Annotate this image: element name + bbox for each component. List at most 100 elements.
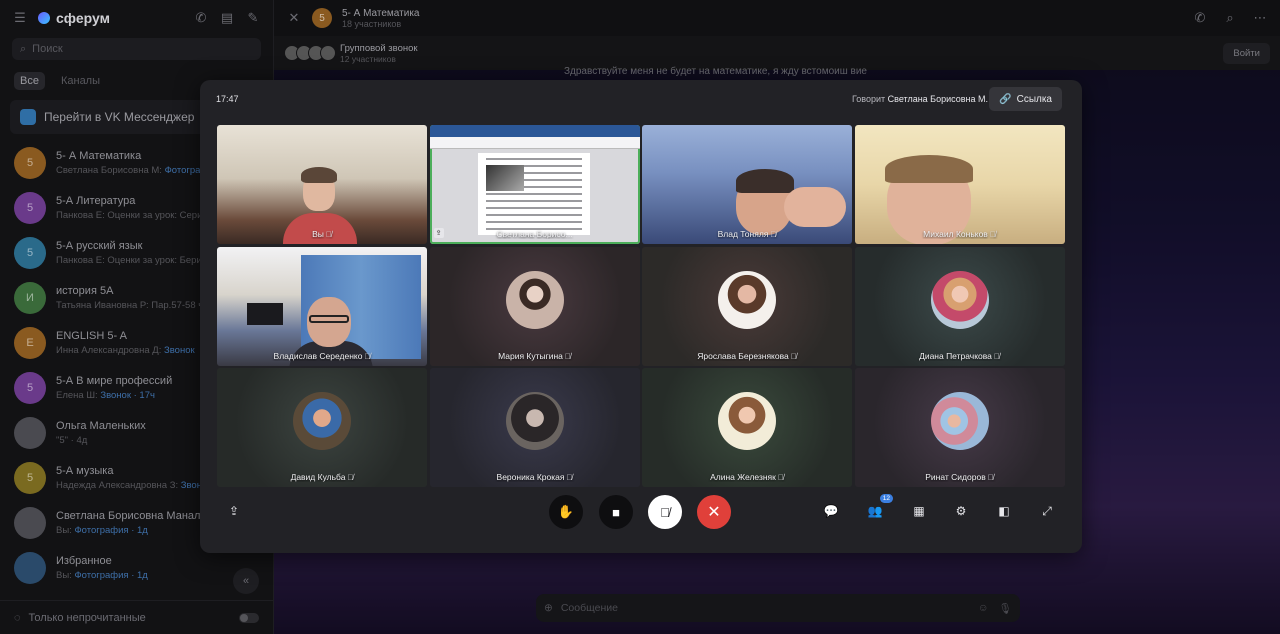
- participant-label: Диана Петрачкова 🎙̸: [855, 351, 1065, 361]
- participant-tile[interactable]: Давид Кульба 🎙̸: [217, 368, 427, 487]
- last-message-text: "5" · 4д: [56, 434, 88, 446]
- menu-icon[interactable]: ☰: [12, 10, 28, 26]
- last-message-text: Инна Александровна Д:: [56, 344, 164, 356]
- close-icon: ✕: [707, 504, 721, 521]
- chat-name: Избранное: [56, 554, 112, 567]
- participant-name: Ярослава Березнякова: [697, 350, 789, 361]
- vk-logo-icon: [20, 109, 36, 125]
- call-strip-title: Групповой звонок: [340, 42, 418, 54]
- video-call-window: 17:47 Говорит Светлана Борисовна М. 🔗 Сс…: [200, 80, 1082, 553]
- filter-channels[interactable]: Каналы: [61, 75, 100, 87]
- microphone-button[interactable]: 🎙̸: [648, 495, 682, 529]
- participant-tile[interactable]: Вы 🎙̸: [217, 125, 427, 244]
- settings-icon[interactable]: ⚙: [951, 501, 971, 521]
- emoji-icon[interactable]: ☺: [978, 602, 989, 615]
- participant-name: Владислав Середенко: [273, 350, 363, 361]
- chat-text: Избранное Вы: Фотография · 1д: [56, 555, 148, 581]
- chat-avatar: 5: [14, 146, 46, 179]
- more-icon[interactable]: ⋯: [1252, 10, 1268, 26]
- chat-avatar: [14, 506, 46, 539]
- participant-tile[interactable]: Диана Петрачкова 🎙̸: [854, 246, 1065, 366]
- camera-button[interactable]: ■: [599, 495, 633, 529]
- participant-name: Вы: [312, 229, 324, 239]
- chat-text: Светлана Борисовна Маналатий Вы: Фотограф…: [56, 510, 224, 536]
- call-controls: ⇪ ✋ ■ 🎙̸ ✕ 💬 👥 12 ▦ ⚙ ◧ ⤢: [200, 481, 1082, 553]
- mic-off-icon: 🎙̸: [770, 230, 777, 239]
- close-icon[interactable]: ✕: [286, 10, 302, 26]
- camera-icon: ■: [612, 504, 620, 520]
- participant-label: Ярослава Березнякова 🎙̸: [642, 351, 852, 361]
- participant-tile[interactable]: Влад Тоняля 🎙̸: [642, 125, 852, 244]
- participant-label: Вы 🎙̸: [217, 229, 427, 239]
- last-message-text: Елена Ш:: [56, 389, 101, 401]
- participant-name: Михаил Коньков: [923, 229, 988, 239]
- participants-count-badge: 12: [879, 494, 893, 503]
- call-timer: 17:47: [216, 94, 239, 104]
- attach-icon[interactable]: ⊕: [544, 602, 553, 614]
- raise-hand-button[interactable]: ✋: [549, 495, 583, 529]
- chat-name: 5- А Математика: [56, 149, 142, 162]
- compose-placeholder: Сообщение: [560, 602, 618, 614]
- share-screen-icon[interactable]: ⇪: [224, 501, 244, 521]
- chat-avatar: 5: [14, 191, 46, 224]
- chat-text: Ольга Маленьких "5" · 4д: [56, 420, 146, 446]
- message-composer[interactable]: ⊕ Сообщение ☺ 🎙: [536, 594, 1020, 622]
- participant-tile[interactable]: Мария Кутыгина 🎙̸: [429, 246, 640, 366]
- last-message-attachment: Звонок · 17ч: [100, 389, 155, 401]
- chat-header: ✕ 5 5- А Математика 18 участников ✆ ⌕ ⋯: [274, 0, 1280, 36]
- participant-tile[interactable]: Алина Железняк 🎙̸: [642, 368, 852, 487]
- participants-icon[interactable]: 👥 12: [865, 494, 893, 521]
- chat-last-message: Елена Ш: Звонок · 17ч: [56, 390, 172, 401]
- layout-icon[interactable]: ▦: [909, 501, 929, 521]
- mic-off-icon: 🎙̸: [564, 351, 571, 361]
- chat-name: Ольга Маленьких: [56, 419, 146, 432]
- participant-tile[interactable]: Ярослава Березнякова 🎙̸: [642, 246, 852, 366]
- last-message-attachment: Фотография · 1д: [74, 569, 148, 581]
- speaking-indicator: Говорит Светлана Борисовна М.: [852, 94, 988, 104]
- copy-link-button[interactable]: 🔗 Ссылка: [989, 87, 1062, 111]
- call-participant-avatars: [284, 45, 336, 61]
- participant-tile[interactable]: Ринат Сидоров 🎙̸: [854, 368, 1065, 487]
- unread-toggle[interactable]: [239, 612, 259, 623]
- end-call-button[interactable]: ✕: [697, 495, 731, 529]
- hand-icon: ✋: [557, 504, 575, 519]
- chat-text: 5-А Литература Панкова Е: Оценки за урок:…: [56, 195, 202, 221]
- participant-tile[interactable]: Владислав Середенко 🎙̸: [217, 246, 427, 366]
- chat-name: 5-А русский язык: [56, 239, 143, 252]
- chat-text: 5-А В мире профессий Елена Ш: Звонок · 17…: [56, 375, 172, 401]
- chat-name: история 5А: [56, 284, 114, 297]
- chat-text: 5- А Математика Светлана Борисовна М: Фот…: [56, 150, 214, 176]
- sidebar-header: ☰ сферум ✆ ▤ ✎: [0, 0, 273, 36]
- filter-all[interactable]: Все: [14, 72, 45, 90]
- new-call-icon[interactable]: ✆: [193, 10, 209, 26]
- fullscreen-icon[interactable]: ⤢: [1037, 501, 1057, 521]
- search-icon[interactable]: ⌕: [1222, 10, 1238, 26]
- microphone-icon[interactable]: 🎙: [999, 602, 1012, 615]
- phone-icon[interactable]: ✆: [1192, 10, 1208, 26]
- chat-last-message: Татьяна Ивановна Р: Пар.57-58 чи: [56, 300, 209, 311]
- chat-name: 5-А В мире профессий: [56, 374, 173, 387]
- participant-tile[interactable]: Михаил Коньков 🎙̸: [854, 125, 1065, 244]
- archive-icon[interactable]: ▤: [219, 10, 235, 26]
- chat-icon[interactable]: 💬: [821, 501, 841, 521]
- chat-text: 5-А русский язык Панкова Е: Оценки за уро…: [56, 240, 202, 266]
- composer-actions: ☺ 🎙: [978, 602, 1012, 615]
- search-input[interactable]: ⌕ Поиск: [12, 38, 261, 60]
- collapse-sidebar-icon[interactable]: «: [233, 568, 259, 594]
- vk-banner-label: Перейти в VK Мессенджер: [44, 110, 195, 124]
- unread-icon: ◌: [14, 611, 21, 624]
- chat-text: история 5А Татьяна Ивановна Р: Пар.57-58 …: [56, 285, 209, 311]
- chat-last-message: "5" · 4д: [56, 435, 146, 446]
- join-call-button[interactable]: Войти: [1223, 42, 1270, 64]
- participant-tile-screen-share[interactable]: ⇪ Светлана Борисо...: [429, 125, 640, 244]
- chat-last-message: Светлана Борисовна М: Фотографи: [56, 165, 214, 176]
- participant-tile[interactable]: Вероника Крокая 🎙̸: [429, 368, 640, 487]
- compose-icon[interactable]: ✎: [245, 10, 261, 26]
- last-message-attachment: Звонок: [164, 344, 195, 356]
- chat-avatar: И: [14, 281, 46, 314]
- chat-text: ENGLISH 5- A Инна Александровна Д: Звонок: [56, 330, 195, 356]
- chat-last-message: Инна Александровна Д: Звонок: [56, 345, 195, 356]
- minimize-window-icon[interactable]: ◧: [994, 501, 1014, 521]
- copy-link-label: Ссылка: [1016, 93, 1052, 105]
- participant-name: Светлана Борисо...: [496, 229, 573, 239]
